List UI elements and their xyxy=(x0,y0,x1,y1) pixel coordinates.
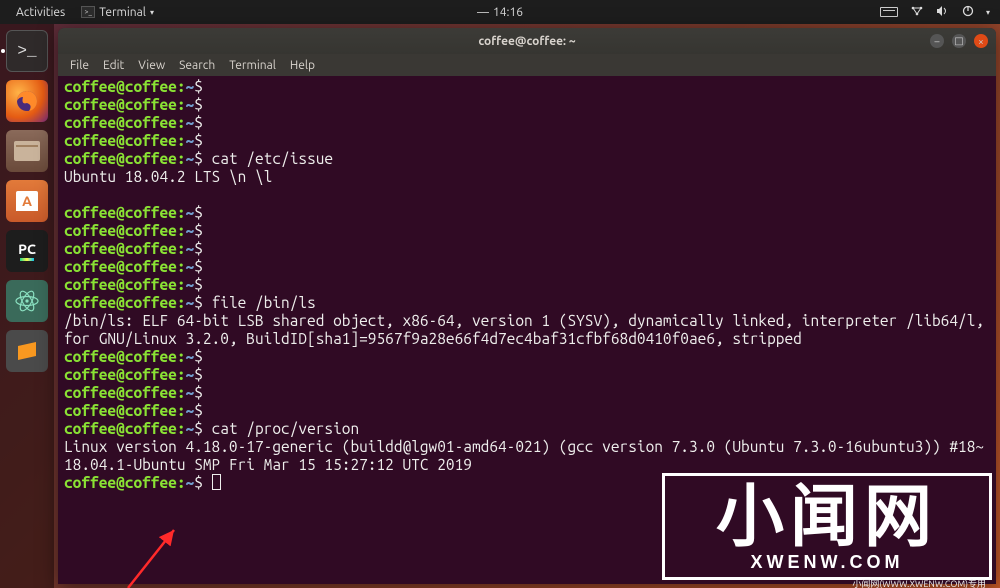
terminal-icon: >_ xyxy=(81,6,95,18)
terminal-body[interactable]: coffee@coffee:~$ coffee@coffee:~$ coffee… xyxy=(58,76,996,584)
terminal-line: coffee@coffee:~$ xyxy=(64,348,990,366)
close-button[interactable]: × xyxy=(974,34,988,48)
terminal-line: coffee@coffee:~$ xyxy=(64,132,990,150)
terminal-line: coffee@coffee:~$ xyxy=(64,402,990,420)
menu-file[interactable]: File xyxy=(64,57,95,74)
terminal-line: coffee@coffee:~$ cat /proc/version xyxy=(64,420,990,438)
pycharm-label: PC xyxy=(18,242,36,256)
menu-help[interactable]: Help xyxy=(284,57,321,74)
activities-button[interactable]: Activities xyxy=(10,4,71,21)
keyboard-indicator-icon xyxy=(880,7,898,17)
window-title: coffee@coffee: ~ xyxy=(478,35,575,48)
terminal-line: coffee@coffee:~$ xyxy=(64,240,990,258)
dock-app-firefox[interactable] xyxy=(6,80,48,122)
terminal-line: coffee@coffee:~$ xyxy=(64,222,990,240)
terminal-line: coffee@coffee:~$ xyxy=(64,384,990,402)
running-indicator xyxy=(1,49,5,53)
menu-terminal[interactable]: Terminal xyxy=(223,57,282,74)
menu-search[interactable]: Search xyxy=(173,57,221,74)
terminal-line: coffee@coffee:~$ xyxy=(64,114,990,132)
app-menu-label: Terminal xyxy=(99,6,146,19)
power-icon xyxy=(962,5,974,20)
terminal-line: coffee@coffee:~$ xyxy=(64,258,990,276)
dock-app-sublime[interactable] xyxy=(6,330,48,372)
terminal-line: coffee@coffee:~$ file /bin/ls xyxy=(64,294,990,312)
terminal-line: coffee@coffee:~$ xyxy=(64,474,990,492)
clock[interactable]: — 14:16 xyxy=(477,6,523,19)
dock-app-terminal[interactable]: >_ xyxy=(6,30,48,72)
chevron-down-icon: ▾ xyxy=(150,8,154,17)
maximize-button[interactable]: □ xyxy=(952,34,966,48)
terminal-line: coffee@coffee:~$ cat /etc/issue xyxy=(64,150,990,168)
terminal-window: coffee@coffee: ~ – □ × File Edit View Se… xyxy=(58,28,996,584)
minimize-button[interactable]: – xyxy=(930,34,944,48)
cursor xyxy=(212,474,221,490)
terminal-line: /bin/ls: ELF 64-bit LSB shared object, x… xyxy=(64,312,990,348)
window-buttons: – □ × xyxy=(930,34,996,48)
app-menu[interactable]: >_ Terminal ▾ xyxy=(75,4,160,21)
gnome-topbar: Activities >_ Terminal ▾ — 14:16 ▾ xyxy=(0,0,1000,24)
menu-edit[interactable]: Edit xyxy=(97,57,130,74)
dock-app-atom[interactable] xyxy=(6,280,48,322)
dock-app-pycharm[interactable]: PC xyxy=(6,230,48,272)
status-area[interactable]: ▾ xyxy=(880,5,1000,20)
terminal-line: coffee@coffee:~$ xyxy=(64,96,990,114)
dock: >_ A PC xyxy=(0,24,54,588)
clock-time: 14:16 xyxy=(493,6,523,19)
terminal-line: coffee@coffee:~$ xyxy=(64,204,990,222)
terminal-line: Ubuntu 18.04.2 LTS \n \l xyxy=(64,168,990,186)
volume-icon xyxy=(936,5,950,20)
dock-app-files[interactable] xyxy=(6,130,48,172)
clock-dash: — xyxy=(477,6,489,19)
network-icon xyxy=(910,5,924,20)
window-titlebar[interactable]: coffee@coffee: ~ – □ × xyxy=(58,28,996,54)
terminal-line: coffee@coffee:~$ xyxy=(64,276,990,294)
terminal-line: coffee@coffee:~$ xyxy=(64,78,990,96)
dock-app-software[interactable]: A xyxy=(6,180,48,222)
topbar-left: Activities >_ Terminal ▾ xyxy=(0,4,160,21)
menu-view[interactable]: View xyxy=(132,57,171,74)
menubar: File Edit View Search Terminal Help xyxy=(58,54,996,76)
terminal-line: coffee@coffee:~$ xyxy=(64,366,990,384)
terminal-line: Linux version 4.18.0-17-generic (buildd@… xyxy=(64,438,990,474)
chevron-down-icon: ▾ xyxy=(986,8,990,17)
terminal-line xyxy=(64,186,990,204)
